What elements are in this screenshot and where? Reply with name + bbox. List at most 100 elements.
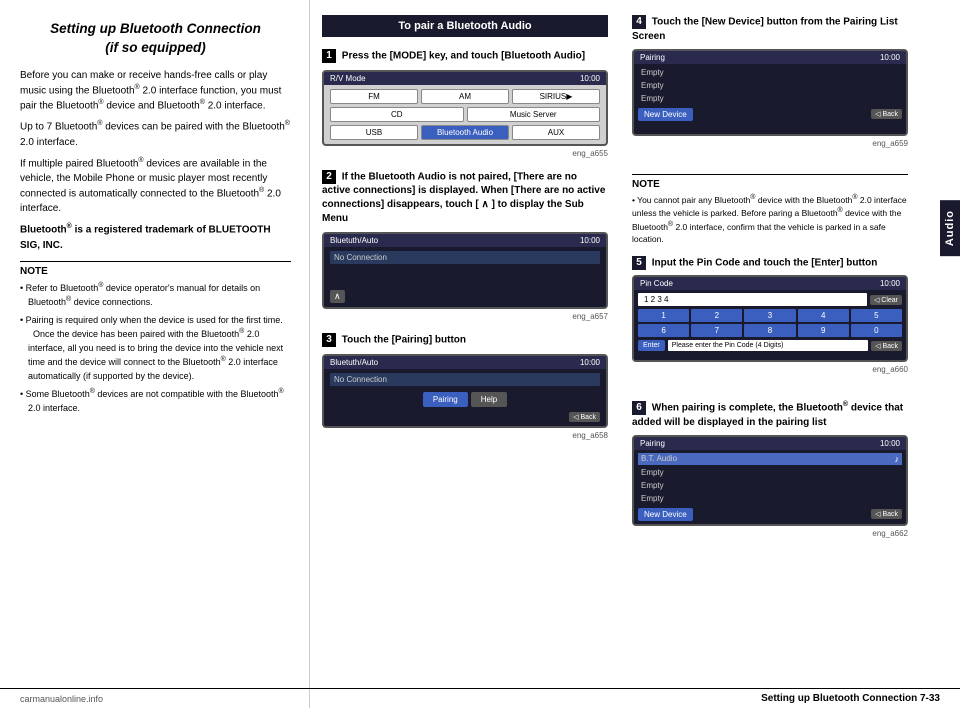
rv-aux-btn[interactable]: AUX: [512, 125, 600, 140]
num-6[interactable]: 6: [638, 324, 689, 337]
step2-block: 2 If the Bluetooth Audio is not paired, …: [322, 170, 608, 322]
note-box: NOTE • Refer to Bluetooth® device operat…: [20, 261, 291, 416]
rv-cd-btn[interactable]: CD: [330, 107, 464, 122]
num-7[interactable]: 7: [691, 324, 742, 337]
help-button[interactable]: Help: [471, 392, 507, 407]
step3-screen-header: Bluetuth/Auto 10:00: [324, 356, 606, 369]
num-9[interactable]: 9: [798, 324, 849, 337]
pin-field[interactable]: 1 2 3 4: [638, 293, 867, 306]
pin-hint: Please enter the Pin Code (4 Digits): [668, 340, 868, 351]
step6-screen-body: B.T. Audio ♪ Empty Empty Empty New Devic…: [634, 450, 906, 524]
num-8[interactable]: 8: [744, 324, 795, 337]
num-4[interactable]: 4: [798, 309, 849, 322]
intro-text: Before you can make or receive hands-fre…: [20, 68, 291, 253]
step3-screen-title: Bluetuth/Auto: [330, 358, 378, 367]
rv-sirius-btn[interactable]: SIRIUS▶: [512, 89, 600, 104]
right-column: 4 Touch the [New Device] button from the…: [620, 0, 920, 708]
step6-back-btn[interactable]: ◁ Back: [871, 509, 902, 519]
step4-screen-time: 10:00: [880, 53, 900, 62]
mid-blue-header: To pair a Bluetooth Audio: [322, 15, 608, 37]
num-3[interactable]: 3: [744, 309, 795, 322]
step1-screen-body: FM AM SIRIUS▶ CD Music Server USB Blueto…: [324, 85, 606, 144]
step4-caption: eng_a659: [632, 139, 908, 148]
rv-am-btn[interactable]: AM: [421, 89, 509, 104]
rv-fm-btn[interactable]: FM: [330, 89, 418, 104]
fp-item-4: Empty: [638, 493, 902, 504]
step4-screen-body: Empty Empty Empty New Device ◁ Back: [634, 64, 906, 134]
step4-screen-header: Pairing 10:00: [634, 51, 906, 64]
step1-screen-title: R/V Mode: [330, 74, 366, 83]
step3-screen-body: No Connection Pairing Help ◁ Back: [324, 369, 606, 426]
num-1[interactable]: 1: [638, 309, 689, 322]
step3-num: 3: [322, 333, 336, 347]
step1-caption: eng_a655: [322, 149, 608, 158]
step5-back-btn[interactable]: ◁ Back: [871, 341, 902, 351]
pli-2-text: Empty: [641, 81, 664, 90]
step4-bottom-row: New Device ◁ Back: [638, 108, 902, 121]
step6-screen: Pairing 10:00 B.T. Audio ♪ Empty Empty: [632, 435, 908, 526]
fp-item-3-text: Empty: [641, 481, 664, 490]
fp-item-bt-audio: B.T. Audio ♪: [638, 453, 902, 465]
fp-item-4-text: Empty: [641, 494, 664, 503]
step3-caption: eng_a658: [322, 431, 608, 440]
step2-up-btn[interactable]: ∧: [330, 290, 345, 303]
note-title: NOTE: [20, 266, 291, 277]
step2-no-connection: No Connection: [330, 251, 600, 264]
numpad: 1 2 3 4 5 6 7 8 9 0: [638, 309, 902, 337]
step4-back-btn[interactable]: ◁ Back: [871, 109, 902, 119]
step2-screen: Bluetuth/Auto 10:00 No Connection ∧: [322, 232, 608, 309]
step3-title: 3 Touch the [Pairing] button: [322, 333, 608, 348]
step6-bottom-row: New Device ◁ Back: [638, 508, 902, 521]
step4-title: 4 Touch the [New Device] button from the…: [632, 15, 908, 44]
step6-title: 6 When pairing is complete, the Bluetoot…: [632, 400, 908, 429]
rv-music-server-btn[interactable]: Music Server: [467, 107, 601, 122]
new-device-button[interactable]: New Device: [638, 108, 693, 121]
step6-screen-time: 10:00: [880, 439, 900, 448]
rv-row1: FM AM SIRIUS▶: [330, 89, 600, 104]
step5-caption: eng_a660: [632, 365, 908, 374]
right-note-text: • You cannot pair any Bluetooth® device …: [632, 193, 908, 246]
mid-column: To pair a Bluetooth Audio 1 Press the [M…: [310, 0, 620, 708]
num-2[interactable]: 2: [691, 309, 742, 322]
pairing-button[interactable]: Pairing: [423, 392, 468, 407]
step4-block: 4 Touch the [New Device] button from the…: [632, 15, 908, 152]
note-text: • Refer to Bluetooth® device operator's …: [20, 281, 291, 416]
step3-no-connection: No Connection: [330, 373, 600, 386]
step2-screen-title: Bluetuth/Auto: [330, 236, 378, 245]
step5-screen-header: Pin Code 10:00: [634, 277, 906, 290]
fp-music-icon: ♪: [895, 454, 900, 464]
step1-screen-time: 10:00: [580, 74, 600, 83]
rv-usb-btn[interactable]: USB: [330, 125, 418, 140]
pli-3-text: Empty: [641, 94, 664, 103]
num-5[interactable]: 5: [851, 309, 902, 322]
step1-screen: R/V Mode 10:00 FM AM SIRIUS▶ CD Music Se…: [322, 70, 608, 146]
pli-3: Empty: [638, 93, 902, 104]
pin-bottom-row: Enter Please enter the Pin Code (4 Digit…: [638, 340, 902, 351]
step5-screen-time: 10:00: [880, 279, 900, 288]
rv-bluetooth-audio-btn[interactable]: Bluetooth Audio: [421, 125, 509, 140]
step6-screen-title: Pairing: [640, 439, 665, 448]
step5-screen-title: Pin Code: [640, 279, 673, 288]
step2-screen-header: Bluetuth/Auto 10:00: [324, 234, 606, 247]
step4-screen: Pairing 10:00 Empty Empty Empty New Devi…: [632, 49, 908, 136]
step5-screen: Pin Code 10:00 1 2 3 4 ◁ Clear 1 2 3 4 5…: [632, 275, 908, 362]
step3-btn-row: Pairing Help: [330, 392, 600, 407]
bottom-left-text: carmanualonline.info: [20, 694, 103, 704]
step6-screen-header: Pairing 10:00: [634, 437, 906, 450]
step5-num: 5: [632, 256, 646, 270]
step1-num: 1: [322, 49, 336, 63]
step2-screen-time: 10:00: [580, 236, 600, 245]
num-0[interactable]: 0: [851, 324, 902, 337]
step1-title: 1 Press the [MODE] key, and touch [Bluet…: [322, 49, 608, 64]
step2-num: 2: [322, 170, 336, 184]
left-column: Setting up Bluetooth Connection (if so e…: [0, 0, 310, 708]
rv-row2: CD Music Server: [330, 107, 600, 122]
step2-screen-body: No Connection ∧: [324, 247, 606, 307]
pin-clear-btn[interactable]: ◁ Clear: [870, 295, 902, 305]
step3-back-btn[interactable]: ◁ Back: [569, 412, 600, 422]
step6-block: 6 When pairing is complete, the Bluetoot…: [632, 400, 908, 541]
step6-new-device-btn[interactable]: New Device: [638, 508, 693, 521]
enter-button[interactable]: Enter: [638, 340, 665, 351]
audio-tab: Audio: [940, 200, 960, 256]
step2-title: 2 If the Bluetooth Audio is not paired, …: [322, 170, 608, 227]
